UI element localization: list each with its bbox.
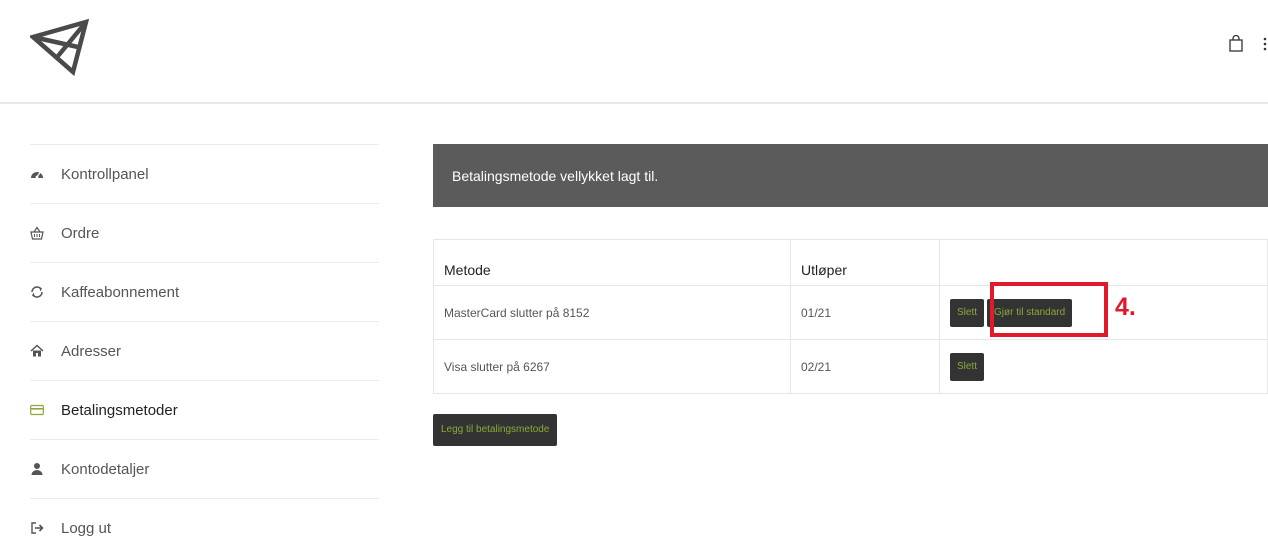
- column-header-expires: Utløper: [790, 239, 940, 286]
- sidebar-item-label: Ordre: [61, 224, 100, 242]
- sidebar-item-adresser[interactable]: Adresser: [30, 321, 379, 380]
- sidebar-item-label: Betalingsmetoder: [61, 401, 178, 419]
- expiry-cell: 02/21: [790, 339, 940, 394]
- user-icon: [30, 462, 44, 476]
- payment-method-cell: Visa slutter på 6267: [433, 339, 791, 394]
- sidebar-item-kontrollpanel[interactable]: Kontrollpanel: [30, 144, 379, 203]
- column-header-method: Metode: [433, 239, 791, 286]
- sidebar-item-kontodetaljer[interactable]: Kontodetaljer: [30, 439, 379, 498]
- notice-message: Betalingsmetode vellykket lagt til.: [452, 167, 659, 184]
- payment-method-cell: MasterCard slutter på 8152: [433, 285, 791, 340]
- account-sidebar: Kontrollpanel Ordre Kaffeabonnement Adre…: [30, 144, 379, 550]
- annotation-step-label: 4.: [1115, 293, 1136, 321]
- basket-icon: [30, 226, 44, 240]
- payment-methods-table: Metode Utløper MasterCard slutter på 815…: [433, 239, 1268, 394]
- table-row: Visa slutter på 6267 02/21 Slett: [433, 339, 1268, 394]
- site-header: [0, 0, 1268, 104]
- sidebar-item-label: Kontodetaljer: [61, 460, 150, 478]
- sidebar-item-label: Logg ut: [61, 519, 112, 537]
- logout-icon: [30, 521, 44, 535]
- dashboard-icon: [30, 167, 44, 181]
- credit-card-icon: [30, 403, 44, 417]
- home-icon: [30, 344, 44, 358]
- actions-cell: Slett Gjør til standard: [939, 285, 1268, 340]
- triangle-logo-icon[interactable]: [30, 18, 90, 76]
- success-notice: Betalingsmetode vellykket lagt til.: [433, 144, 1268, 207]
- sidebar-item-label: Kaffeabonnement: [61, 283, 180, 301]
- delete-button[interactable]: Slett: [950, 298, 985, 327]
- sidebar-item-kaffeabonnement[interactable]: Kaffeabonnement: [30, 262, 379, 321]
- refresh-icon: [30, 285, 44, 299]
- table-header-row: Metode Utløper: [433, 239, 1268, 286]
- actions-cell: Slett: [939, 339, 1268, 394]
- shopping-bag-icon[interactable]: [1229, 35, 1243, 52]
- column-header-actions: [939, 239, 1268, 286]
- delete-button[interactable]: Slett: [950, 352, 985, 381]
- add-payment-method-button[interactable]: Legg til betalingsmetode: [433, 414, 558, 446]
- sidebar-item-betalingsmetoder[interactable]: Betalingsmetoder: [30, 380, 379, 439]
- table-row: MasterCard slutter på 8152 01/21 Slett Gj…: [433, 285, 1268, 340]
- menu-icon[interactable]: [1262, 37, 1268, 51]
- sidebar-item-logg-ut[interactable]: Logg ut: [30, 498, 379, 550]
- expiry-cell: 01/21: [790, 285, 940, 340]
- make-default-button[interactable]: Gjør til standard: [987, 298, 1073, 327]
- sidebar-item-label: Adresser: [61, 342, 122, 360]
- sidebar-item-label: Kontrollpanel: [61, 165, 149, 183]
- sidebar-item-ordre[interactable]: Ordre: [30, 203, 379, 262]
